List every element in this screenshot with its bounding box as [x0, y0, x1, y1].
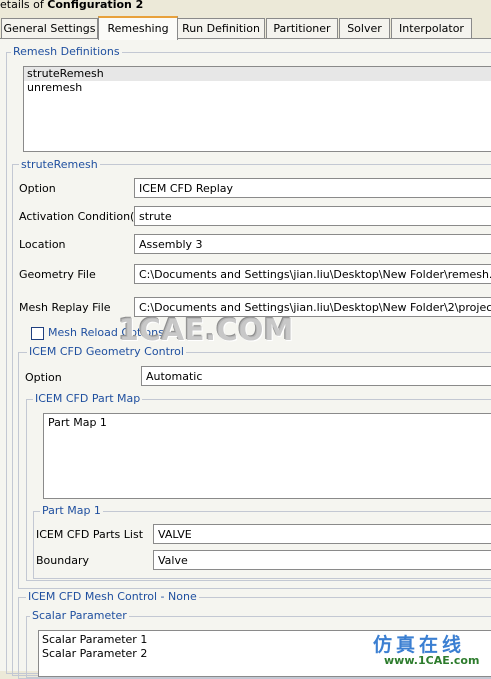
- window-title: etails of Configuration 2: [0, 0, 491, 12]
- part-map-list[interactable]: Part Map 1: [43, 413, 491, 499]
- location-field[interactable]: Assembly 3: [134, 234, 491, 254]
- location-label: Location: [19, 238, 66, 251]
- tab-partitioner[interactable]: Partitioner: [266, 18, 338, 38]
- mesh-reload-checkbox[interactable]: [31, 327, 44, 340]
- watermark-cn-text: 仿真在线: [373, 634, 466, 656]
- geometry-file-label: Geometry File: [19, 268, 96, 281]
- part-map-title: ICEM CFD Part Map: [33, 392, 143, 405]
- mesh-replay-file-label: Mesh Replay File: [19, 301, 111, 314]
- tab-remeshing[interactable]: Remeshing: [98, 16, 178, 40]
- parts-list-label: ICEM CFD Parts List: [36, 528, 144, 541]
- watermark-1cae: 1CAE.COM: [118, 313, 294, 348]
- list-item[interactable]: unremesh: [24, 81, 491, 95]
- mesh-control-title[interactable]: ICEM CFD Mesh Control - None: [26, 590, 199, 603]
- remesh-definitions-list[interactable]: struteRemesh unremesh: [23, 66, 491, 152]
- tab-general-settings[interactable]: General Settings: [1, 18, 98, 38]
- activation-condition-field[interactable]: strute: [134, 206, 491, 226]
- watermark-cn-url: www.1CAE.com: [384, 654, 480, 667]
- window-title-name: Configuration 2: [47, 0, 144, 11]
- tab-strip-divider: [0, 38, 491, 39]
- geometry-file-field[interactable]: C:\Documents and Settings\jian.liu\Deskt…: [134, 264, 491, 284]
- strute-remesh-title: struteRemesh: [19, 158, 100, 171]
- option-label: Option: [19, 182, 56, 195]
- activation-condition-label: Activation Condition(s): [19, 210, 145, 223]
- geometry-option-select[interactable]: Automatic: [141, 366, 491, 386]
- parts-list-field[interactable]: VALVE: [153, 524, 491, 544]
- scalar-parameter-title: Scalar Parameter: [30, 609, 129, 622]
- remesh-definitions-title: Remesh Definitions: [11, 45, 122, 58]
- option-select[interactable]: ICEM CFD Replay: [134, 178, 491, 198]
- part-map-1-title: Part Map 1: [40, 504, 103, 517]
- boundary-field[interactable]: Valve: [153, 550, 491, 570]
- geometry-option-label: Option: [25, 371, 62, 384]
- tab-run-definition[interactable]: Run Definition: [177, 18, 265, 38]
- boundary-label: Boundary: [36, 554, 89, 567]
- window-title-prefix: etails of: [0, 0, 44, 11]
- geometry-control-title: ICEM CFD Geometry Control: [27, 345, 186, 358]
- list-item[interactable]: struteRemesh: [24, 67, 491, 81]
- list-item[interactable]: Part Map 1: [44, 416, 491, 430]
- tab-solver[interactable]: Solver: [339, 18, 390, 38]
- tab-interpolator[interactable]: Interpolator: [391, 18, 472, 38]
